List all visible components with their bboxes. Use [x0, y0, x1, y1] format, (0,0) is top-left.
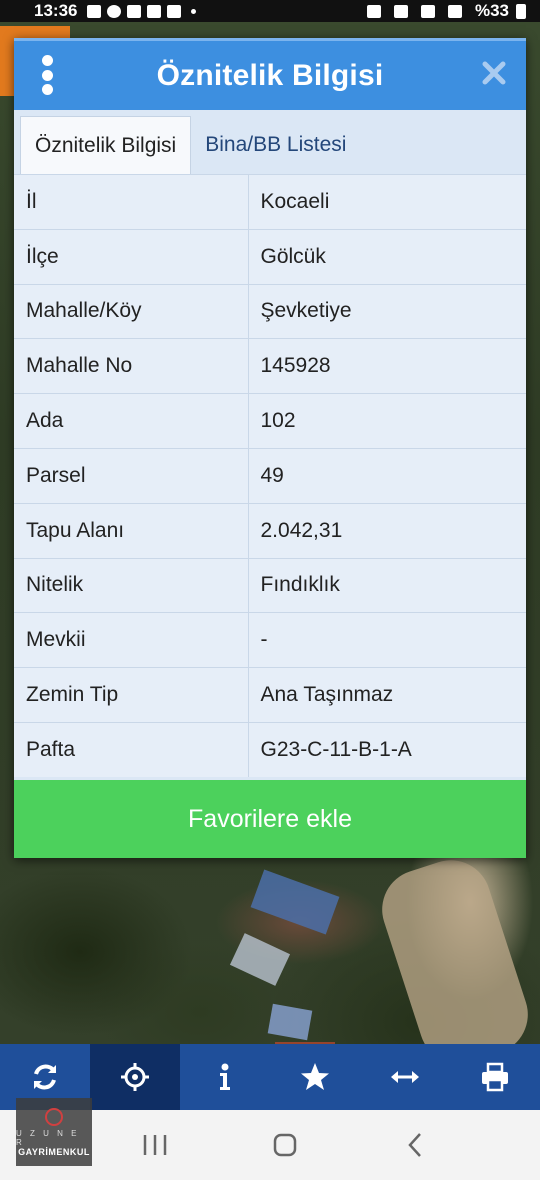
row-key: Mahalle/Köy: [14, 283, 249, 339]
attribute-table: İl Kocaeli İlçe Gölcük Mahalle/Köy Şevketiy…: [14, 174, 526, 778]
row-value: Ana Taşınmaz: [248, 667, 526, 723]
alarm-icon: [393, 4, 408, 18]
more-notifications-icon: [191, 8, 197, 14]
table-row: İlçe Gölcük: [14, 228, 526, 285]
row-key: İl: [14, 174, 249, 230]
attribute-dialog: Öznitelik Bilgisi Öznitelik Bilgisi Bina…: [14, 38, 526, 858]
info-icon: [220, 1063, 230, 1090]
row-key: Parsel: [14, 447, 249, 504]
kebab-menu-icon[interactable]: [42, 55, 54, 95]
wifi-icon: [420, 4, 435, 18]
gallery-icon: [127, 4, 142, 18]
table-row: Parsel 49: [14, 447, 526, 504]
row-value: 145928: [248, 338, 526, 394]
row-key: Pafta: [14, 721, 249, 778]
map-road: [371, 849, 539, 1075]
back-icon: [408, 1133, 421, 1157]
row-value: Kocaeli: [248, 174, 526, 230]
row-key: Ada: [14, 393, 249, 449]
status-time: 13:36: [34, 1, 78, 20]
print-icon: [482, 1062, 508, 1092]
table-row: Tapu Alanı 2.042,31: [14, 502, 526, 559]
map-building: [229, 933, 291, 986]
dialog-title: Öznitelik Bilgisi: [156, 58, 384, 92]
table-row: Nitelik Fındıklık: [14, 557, 526, 613]
row-key: Tapu Alanı: [14, 502, 249, 559]
home-button[interactable]: [265, 1125, 305, 1165]
battery-icon: [516, 3, 526, 19]
notification-icon: [107, 4, 122, 18]
measure-icon: [391, 1071, 419, 1083]
dialog-header: Öznitelik Bilgisi: [14, 38, 526, 110]
row-value: 49: [248, 447, 526, 504]
row-key: Mahalle No: [14, 338, 249, 394]
add-to-favorites-button[interactable]: Favorilere ekle: [14, 780, 526, 858]
map-building: [250, 869, 340, 935]
table-row: Mahalle No 145928: [14, 338, 526, 394]
info-button[interactable]: [180, 1044, 270, 1110]
logo-line-1: U Z U N E R: [16, 1128, 80, 1147]
row-value: G23-C-11-B-1-A: [248, 721, 526, 778]
print-button[interactable]: [450, 1044, 540, 1110]
row-value: 102: [248, 393, 526, 449]
row-value: Gölcük: [248, 228, 526, 285]
watermark-logo: U Z U N E R GAYRİMENKUL: [16, 1098, 92, 1166]
table-row: Pafta G23-C-11-B-1-A: [14, 721, 526, 778]
favorites-button[interactable]: [270, 1044, 360, 1110]
row-key: İlçe: [14, 228, 249, 285]
signal-icon: [447, 4, 462, 18]
recent-apps-button[interactable]: [135, 1125, 175, 1165]
row-value: Fındıklık: [248, 557, 526, 613]
measure-button[interactable]: [360, 1044, 450, 1110]
row-key: Zemin Tip: [14, 667, 249, 723]
row-value: -: [248, 612, 526, 668]
row-value: 2.042,31: [248, 502, 526, 559]
tab-building-list[interactable]: Bina/BB Listesi: [191, 116, 360, 174]
refresh-icon: [34, 1064, 56, 1090]
youtube-icon: [147, 4, 162, 18]
locate-button[interactable]: [90, 1044, 180, 1110]
star-icon: [301, 1063, 329, 1090]
calendar-icon: [167, 4, 182, 18]
table-row: Zemin Tip Ana Taşınmaz: [14, 667, 526, 723]
row-key: Mevkii: [14, 612, 249, 668]
table-row: Mahalle/Köy Şevketiye: [14, 283, 526, 339]
table-row: Mevkii -: [14, 612, 526, 668]
notification-icon: [87, 4, 102, 18]
home-icon: [273, 1133, 297, 1157]
battery-percent: %33: [474, 1, 509, 20]
row-value: Şevketiye: [248, 283, 526, 339]
map-building: [267, 1003, 313, 1041]
locate-icon: [121, 1063, 149, 1091]
logo-line-2: GAYRİMENKUL: [18, 1146, 90, 1157]
status-bar: 13:36 %33: [0, 0, 540, 22]
table-row: Ada 102: [14, 393, 526, 449]
tab-bar: Öznitelik Bilgisi Bina/BB Listesi: [14, 110, 526, 174]
table-row: İl Kocaeli: [14, 174, 526, 230]
tab-attribute-info[interactable]: Öznitelik Bilgisi: [20, 116, 192, 174]
row-key: Nitelik: [14, 557, 249, 613]
logo-mark-icon: [45, 1107, 63, 1126]
recent-apps-icon: [143, 1135, 167, 1155]
back-button[interactable]: [395, 1125, 435, 1165]
lock-icon: [366, 4, 381, 18]
close-icon[interactable]: [480, 59, 508, 87]
